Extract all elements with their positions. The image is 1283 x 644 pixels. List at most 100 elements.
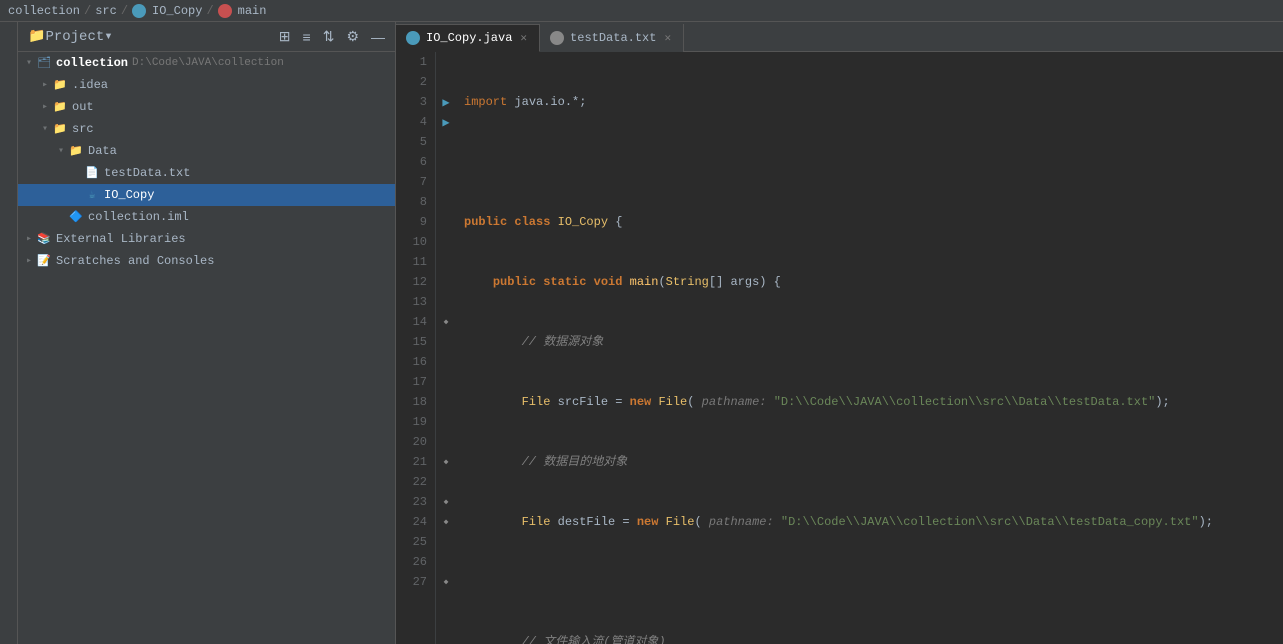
code-editor[interactable]: 1 2 3 4 5 6 7 8 9 10 11 12 13 14 15 16 1… [396, 52, 1283, 644]
gutter-10 [436, 232, 456, 252]
main-icon [218, 4, 232, 18]
project-dropdown[interactable]: 📁 Project ▾ [24, 26, 117, 47]
tree-label-collection: collection [56, 56, 128, 70]
gutter-23-diamond: ◆ [436, 492, 456, 512]
tree-arrow-scratches [22, 254, 36, 268]
gutter-16 [436, 352, 456, 372]
code-content[interactable]: import java.io.*; public class IO_Copy {… [456, 52, 1283, 644]
gutter-9 [436, 212, 456, 232]
tree-arrow-idea [38, 78, 52, 92]
tab-bar: IO_Copy.java ✕ testData.txt ✕ [396, 22, 1283, 52]
gutter-17 [436, 372, 456, 392]
code-line-8: File destFile = new File( pathname: "D:\… [464, 512, 1275, 532]
tree-item-external[interactable]: 📚 External Libraries [18, 228, 395, 250]
tree-arrow-out [38, 100, 52, 114]
gutter-19 [436, 412, 456, 432]
tree-label-out: out [72, 100, 94, 114]
collapse-all-button[interactable]: ≡ [299, 27, 315, 47]
breadcrumb: collection / src / IO_Copy / main [0, 0, 1283, 22]
tree-item-idea[interactable]: 📁 .idea [18, 74, 395, 96]
gutter-13 [436, 292, 456, 312]
tab-testdata[interactable]: testData.txt ✕ [540, 24, 684, 52]
sidebar: 📁 Project ▾ ⊞ ≡ ⇅ ⚙ — 🗂 collection D:\Co… [18, 22, 396, 644]
gutter-7 [436, 172, 456, 192]
tab-close-iocopy[interactable]: ✕ [518, 30, 529, 46]
tree-arrow-data [54, 144, 68, 158]
tab-close-testdata[interactable]: ✕ [662, 30, 673, 46]
folder-icon-idea: 📁 [52, 77, 68, 93]
breadcrumb-main[interactable]: main [238, 4, 267, 18]
module-icon: 🗂 [36, 55, 52, 71]
tab-label-iocopy: IO_Copy.java [426, 31, 512, 45]
tree-item-data[interactable]: 📁 Data [18, 140, 395, 162]
folder-icon-out: 📁 [52, 99, 68, 115]
sort-button[interactable]: ⇅ [319, 26, 339, 47]
tree-arrow-collection [22, 56, 36, 70]
tree-label-external: External Libraries [56, 232, 186, 246]
sidebar-toolbar: 📁 Project ▾ ⊞ ≡ ⇅ ⚙ — [18, 22, 395, 52]
tree-label-iocopy: IO_Copy [104, 188, 154, 202]
gutter-22 [436, 472, 456, 492]
breadcrumb-src[interactable]: src [95, 4, 117, 18]
code-line-9 [464, 572, 1275, 592]
chevron-down-icon: ▾ [104, 28, 112, 45]
code-line-4: public static void main(String[] args) { [464, 272, 1275, 292]
gutter-8 [436, 192, 456, 212]
tree-item-testdata[interactable]: 📄 testData.txt [18, 162, 395, 184]
gutter-15 [436, 332, 456, 352]
tree-label-src: src [72, 122, 94, 136]
left-panel [0, 22, 18, 644]
tree-label-scratches: Scratches and Consoles [56, 254, 214, 268]
gutter-5 [436, 132, 456, 152]
tree-item-src[interactable]: 📁 src [18, 118, 395, 140]
tree-label-idea: .idea [72, 78, 108, 92]
tab-icon-iocopy [406, 31, 420, 45]
tab-iocopy[interactable]: IO_Copy.java ✕ [396, 24, 540, 52]
gutter-20 [436, 432, 456, 452]
gutter-4-run[interactable]: ▶ [436, 112, 456, 132]
gutter-1 [436, 52, 456, 72]
txt-file-icon: 📄 [84, 165, 100, 181]
gutter-3-run[interactable]: ▶ [436, 92, 456, 112]
code-line-6: File srcFile = new File( pathname: "D:\\… [464, 392, 1275, 412]
tab-icon-testdata [550, 31, 564, 45]
code-line-1: import java.io.*; [464, 92, 1275, 112]
tree-label-testdata: testData.txt [104, 166, 190, 180]
lib-icon: 📚 [36, 231, 52, 247]
console-icon: 📝 [36, 253, 52, 269]
folder-icon-data: 📁 [68, 143, 84, 159]
settings-button[interactable]: ⚙ [342, 26, 363, 47]
tree-arrow-external [22, 232, 36, 246]
scope-button[interactable]: ⊞ [275, 26, 295, 47]
gutter-18 [436, 392, 456, 412]
code-line-2 [464, 152, 1275, 172]
code-line-10: // 文件输入流(管道对象) [464, 632, 1275, 644]
line-numbers: 1 2 3 4 5 6 7 8 9 10 11 12 13 14 15 16 1… [396, 52, 436, 644]
code-line-3: public class IO_Copy { [464, 212, 1275, 232]
tree-item-iml[interactable]: 🔷 collection.iml [18, 206, 395, 228]
gutter-25 [436, 532, 456, 552]
gutter: ▶ ▶ ◆ ◆ ◆ ◆ [436, 52, 456, 644]
project-label: Project [45, 29, 104, 45]
breadcrumb-iocopy[interactable]: IO_Copy [152, 4, 202, 18]
project-icon: 📁 [28, 28, 45, 45]
gutter-27-diamond: ◆ [436, 572, 456, 592]
gutter-2 [436, 72, 456, 92]
minimize-button[interactable]: — [367, 27, 389, 47]
tree-item-scratches[interactable]: 📝 Scratches and Consoles [18, 250, 395, 272]
gutter-21-diamond: ◆ [436, 452, 456, 472]
tree-label-iml: collection.iml [88, 210, 189, 224]
gutter-12 [436, 272, 456, 292]
project-tree: 🗂 collection D:\Code\JAVA\collection 📁 .… [18, 52, 395, 644]
iml-icon: 🔷 [68, 209, 84, 225]
tree-item-collection[interactable]: 🗂 collection D:\Code\JAVA\collection [18, 52, 395, 74]
code-line-7: // 数据目的地对象 [464, 452, 1275, 472]
tree-label-data: Data [88, 144, 117, 158]
breadcrumb-collection[interactable]: collection [8, 4, 80, 18]
tree-item-out[interactable]: 📁 out [18, 96, 395, 118]
tree-item-iocopy[interactable]: ☕ IO_Copy [18, 184, 395, 206]
editor-area: IO_Copy.java ✕ testData.txt ✕ 1 2 3 4 5 … [396, 22, 1283, 644]
code-line-5: // 数据源对象 [464, 332, 1275, 352]
gutter-6 [436, 152, 456, 172]
gutter-14-diamond: ◆ [436, 312, 456, 332]
